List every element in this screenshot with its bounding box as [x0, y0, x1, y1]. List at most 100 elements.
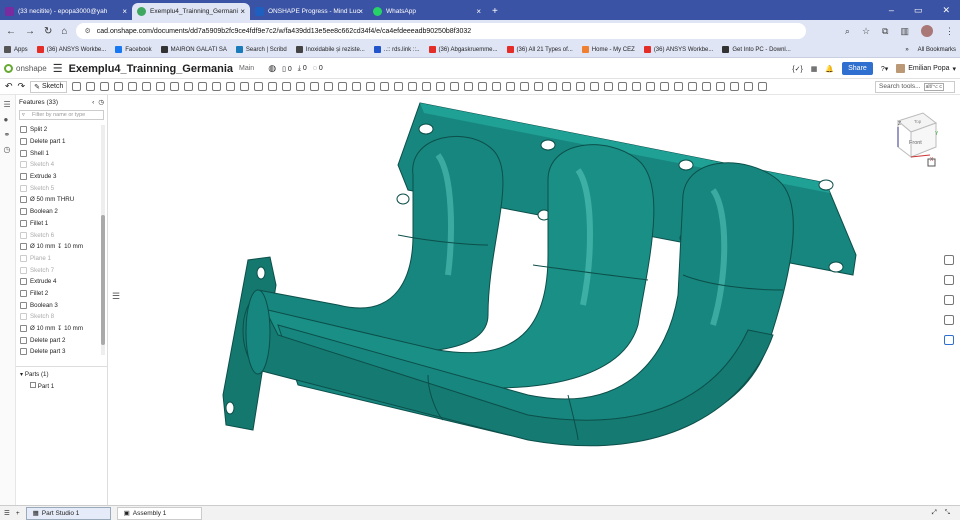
- notifications-icon[interactable]: 🔔: [825, 65, 834, 73]
- toolbar-tool-icon[interactable]: [520, 82, 530, 91]
- tasks-count[interactable]: ◌ 0: [313, 65, 323, 72]
- feature-item[interactable]: Sketch 6: [16, 229, 107, 241]
- all-bookmarks-button[interactable]: All Bookmarks: [918, 47, 956, 53]
- toolbar-tool-icon[interactable]: [758, 82, 768, 91]
- feature-item[interactable]: Extrude 3: [16, 171, 107, 183]
- new-tab-button[interactable]: +: [486, 3, 504, 20]
- toolbar-tool-icon[interactable]: [590, 82, 600, 91]
- toolbar-tool-icon[interactable]: [604, 82, 614, 91]
- feature-item[interactable]: Fillet 1: [16, 218, 107, 230]
- feature-item[interactable]: Fillet 2: [16, 288, 107, 300]
- feature-item[interactable]: Split 2: [16, 124, 107, 136]
- history-icon[interactable]: ◷: [4, 145, 12, 154]
- toolbar-tool-icon[interactable]: [464, 82, 474, 91]
- list-toggle-icon[interactable]: ☰: [112, 291, 120, 302]
- feature-item[interactable]: Delete part 2: [16, 334, 107, 346]
- toolbar-tool-icon[interactable]: [492, 82, 502, 91]
- maximize-icon[interactable]: ▭: [914, 5, 923, 16]
- close-icon[interactable]: ×: [122, 7, 127, 16]
- toolbar-tool-icon[interactable]: [338, 82, 348, 91]
- toolbar-tool-icon[interactable]: [716, 82, 726, 91]
- feature-item[interactable]: Ø 10 mm ↧ 10 mm: [16, 241, 107, 253]
- minimize-icon[interactable]: –: [889, 5, 894, 15]
- tab-progress[interactable]: ONSHAPE Progress - Mind Luc ×: [250, 3, 368, 20]
- parts-header[interactable]: ▾ Parts (1): [20, 369, 107, 381]
- bookmark-item[interactable]: Facebook: [115, 46, 152, 53]
- code-icon[interactable]: {✓}: [792, 65, 803, 73]
- toolbar-tool-icon[interactable]: [114, 82, 124, 91]
- feature-item[interactable]: Sketch 8: [16, 311, 107, 323]
- bookmark-item[interactable]: Apps: [4, 46, 28, 53]
- home-icon[interactable]: ⌂: [61, 26, 67, 37]
- toolbar-tool-icon[interactable]: [632, 82, 642, 91]
- bookmark-item[interactable]: Search | Scribd: [235, 46, 287, 53]
- toolbar-tool-icon[interactable]: [436, 82, 446, 91]
- toolbar-tool-icon[interactable]: [240, 82, 250, 91]
- sidebar-icon[interactable]: ▥: [900, 26, 909, 37]
- bookmark-item[interactable]: Get Into PC - Downl...: [722, 46, 791, 53]
- reload-icon[interactable]: ↻: [44, 26, 52, 37]
- view-cube[interactable]: Top Front Z X Y: [896, 112, 939, 163]
- toolbar-tool-icon[interactable]: [562, 82, 572, 91]
- hamburger-menu-icon[interactable]: ☰: [53, 62, 63, 75]
- feature-item[interactable]: Plane 1: [16, 253, 107, 265]
- search-icon[interactable]: ⌕: [845, 26, 850, 37]
- toolbar-tool-icon[interactable]: [184, 82, 194, 91]
- features-list-icon[interactable]: ☰: [4, 100, 12, 109]
- user-menu[interactable]: Emilian Popa ▾: [896, 64, 956, 73]
- globe-icon[interactable]: ◍: [268, 63, 276, 74]
- url-input[interactable]: ⚙ cad.onshape.com/documents/dd7a5909b2fc…: [76, 23, 807, 39]
- scroll-thumb[interactable]: [101, 215, 105, 345]
- bookmark-item[interactable]: Inoxidabile și reziste...: [295, 46, 365, 53]
- toolbar-tool-icon[interactable]: [268, 82, 278, 91]
- add-tab-icon[interactable]: +: [16, 510, 20, 517]
- toolbar-tool-icon[interactable]: [226, 82, 236, 91]
- toolbar-tool-icon[interactable]: [394, 82, 404, 91]
- bookmark-item[interactable]: MAIRON GALATI SA: [160, 46, 227, 53]
- toolbar-tool-icon[interactable]: [254, 82, 264, 91]
- graphics-viewport[interactable]: ☰ Top Front Z X Y: [108, 95, 939, 505]
- feature-item[interactable]: Boolean 3: [16, 299, 107, 311]
- tab-whatsapp[interactable]: WhatsApp ×: [368, 3, 486, 20]
- bookmark-item[interactable]: (36) Abgaskruemme...: [428, 46, 498, 53]
- comments-count[interactable]: ▯ 0: [282, 65, 292, 73]
- toolbar-tool-icon[interactable]: [282, 82, 292, 91]
- feature-item[interactable]: Delete part 1: [16, 136, 107, 148]
- feature-item[interactable]: Ø 50 mm THRU: [16, 194, 107, 206]
- clock-icon[interactable]: ◷: [98, 98, 104, 106]
- share-button[interactable]: Share: [842, 62, 873, 75]
- toolbar-tool-icon[interactable]: [506, 82, 516, 91]
- toolbar-tool-icon[interactable]: [478, 82, 488, 91]
- bookmark-item[interactable]: ..:: rds.link ::..: [373, 46, 420, 53]
- redo-icon[interactable]: ↷: [18, 81, 26, 92]
- close-panel-icon[interactable]: [944, 335, 954, 345]
- toolbar-tool-icon[interactable]: [450, 82, 460, 91]
- toolbar-tool-icon[interactable]: [72, 82, 82, 91]
- toolbar-tool-icon[interactable]: [730, 82, 740, 91]
- bookmark-item[interactable]: (36) ANSYS Workbe...: [36, 46, 106, 53]
- bookmark-item[interactable]: Home - My CEZ: [581, 46, 635, 53]
- star-icon[interactable]: ☆: [862, 26, 870, 37]
- toolbar-tool-icon[interactable]: [380, 82, 390, 91]
- feature-item[interactable]: Extrude 4: [16, 276, 107, 288]
- tab-assembly[interactable]: ▣ Assembly 1: [116, 506, 202, 520]
- document-menu-icon[interactable]: ☰: [4, 509, 10, 517]
- bookmark-item[interactable]: (36) All 21 Types of...: [506, 46, 573, 53]
- tab-part-studio[interactable]: ▦ Part Studio 1: [25, 506, 111, 520]
- chevron-left-icon[interactable]: ‹: [92, 99, 94, 106]
- bookmark-item[interactable]: (36) ANSYS Workbe...: [643, 46, 713, 53]
- feature-item[interactable]: Sketch 7: [16, 264, 107, 276]
- close-icon[interactable]: ×: [358, 7, 363, 16]
- expand-all-icon[interactable]: ⤡: [945, 509, 950, 517]
- onshape-logo[interactable]: onshape: [4, 64, 47, 73]
- site-info-icon[interactable]: ⚙: [84, 27, 90, 35]
- toolbar-tool-icon[interactable]: [688, 82, 698, 91]
- expand-icon[interactable]: ⤢: [932, 509, 937, 517]
- toolbar-tool-icon[interactable]: [198, 82, 208, 91]
- comments-icon[interactable]: ●: [4, 115, 12, 124]
- toolbar-tool-icon[interactable]: [576, 82, 586, 91]
- branch-label[interactable]: Main: [239, 65, 254, 72]
- section-icon[interactable]: [944, 295, 954, 305]
- help-icon[interactable]: ?▾: [881, 65, 888, 73]
- extensions-icon[interactable]: ⧉: [882, 26, 888, 37]
